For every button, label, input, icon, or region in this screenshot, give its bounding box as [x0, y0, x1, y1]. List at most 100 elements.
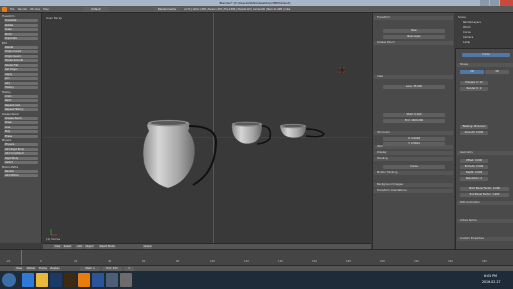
tool-section-header[interactable]: Transform: [2, 15, 40, 18]
clip-end-field[interactable]: End: 1000.000: [383, 119, 445, 123]
tool-button[interactable]: Set Origin: [4, 68, 38, 71]
panel-section-header[interactable]: Grease Pencil: [374, 41, 453, 45]
tool-button[interactable]: Add Rigid Body: [4, 147, 38, 151]
tool-button[interactable]: History: [4, 86, 38, 89]
tool-button[interactable]: Add: [4, 81, 38, 85]
tool-button[interactable]: Grease Pencil: [4, 116, 38, 120]
lens-field[interactable]: Lens: 35.000: [383, 85, 445, 89]
panel-section-header[interactable]: Transform Orientations: [374, 189, 453, 193]
cursor-y-field[interactable]: Y: 0.5814: [383, 142, 445, 146]
tool-section-header[interactable]: Physics: [2, 139, 40, 142]
new-layer-button[interactable]: New Layer: [383, 35, 445, 39]
panel-section-header[interactable]: Background Images: [374, 183, 453, 187]
data-section-header[interactable]: Active Spline: [457, 219, 513, 223]
curve-field[interactable]: Twisting: Minimum: [460, 125, 488, 129]
tool-button[interactable]: Delete: [4, 45, 38, 49]
taskbar-blender-icon[interactable]: [78, 273, 90, 287]
outliner-item[interactable]: Lamp: [463, 41, 470, 44]
tool-section-header[interactable]: Edit: [2, 42, 40, 45]
shape-2d-toggle[interactable]: 2D: [460, 70, 484, 74]
scene-models[interactable]: [43, 13, 371, 243]
tool-button[interactable]: Draw: [4, 121, 38, 124]
panel-section-header[interactable]: Transform: [374, 16, 453, 20]
shape-section-header[interactable]: Shape: [457, 63, 513, 67]
curve-field[interactable]: Extrude: 0.000: [460, 165, 488, 169]
panel-section-header[interactable]: View: [374, 75, 453, 79]
tool-section-header[interactable]: Grease Pencil: [2, 113, 40, 116]
medium-bowl[interactable]: [231, 121, 272, 145]
taskbar-explorer-icon[interactable]: [36, 273, 48, 287]
tool-button[interactable]: Rigid Body: [4, 156, 38, 160]
start-button[interactable]: [2, 273, 16, 287]
tool-button[interactable]: Mirror: [4, 32, 38, 36]
tool-button[interactable]: Join: [4, 77, 38, 80]
tool-button[interactable]: Undo: [4, 94, 38, 98]
layout-selector[interactable]: Default: [83, 7, 109, 12]
panel-section-header[interactable]: Motion Tracking: [374, 171, 453, 175]
tool-button[interactable]: Rotate: [4, 23, 38, 27]
curve-field[interactable]: Start Bevel Factor: 0.000: [460, 187, 509, 191]
small-bowl[interactable]: [279, 123, 325, 138]
panel-section-header[interactable]: 3D Cursor: [374, 131, 453, 135]
3d-viewport[interactable]: User Persp (1) Curve: [43, 13, 371, 243]
current-frame-marker[interactable]: [21, 250, 22, 266]
outliner-item[interactable]: Curve: [463, 31, 471, 34]
tool-button[interactable]: Render: [4, 169, 38, 173]
tool-button[interactable]: Origin Geom: [4, 54, 38, 58]
tool-button[interactable]: Repeat Last: [4, 103, 38, 107]
data-section-header[interactable]: Geometry: [457, 151, 513, 155]
tool-button[interactable]: Erase: [4, 134, 38, 138]
outliner-item[interactable]: Camera: [463, 36, 473, 39]
outliner-item[interactable]: RenderLayers: [463, 21, 481, 24]
curve-field[interactable]: Resolution: 0: [460, 177, 488, 181]
engine-selector[interactable]: Blender Game: [154, 7, 180, 12]
taskbar-photoshop-icon[interactable]: [50, 273, 62, 287]
tool-button[interactable]: Origin Cursor: [4, 50, 38, 53]
tool-button[interactable]: Scale: [4, 28, 38, 31]
blender-logo-icon[interactable]: [2, 7, 7, 12]
item-name-field[interactable]: Curve: [383, 165, 445, 169]
shape-3d-toggle[interactable]: 3D: [485, 70, 509, 74]
taskbar-word-icon[interactable]: [92, 273, 104, 287]
tool-button[interactable]: Select: [4, 161, 38, 164]
taskbar-illustrator-icon[interactable]: [64, 273, 76, 287]
tool-button[interactable]: Shade Flat: [4, 63, 38, 67]
new-grease-pencil-button[interactable]: New: [383, 29, 445, 33]
curve-field[interactable]: Preview U: 12: [460, 81, 488, 85]
menu-file[interactable]: File: [10, 8, 14, 11]
menu-help[interactable]: Help: [43, 8, 49, 11]
taskbar-ie-icon[interactable]: [22, 273, 34, 287]
data-section-header[interactable]: Custom Properties: [457, 237, 513, 241]
tool-button[interactable]: Duplicate: [4, 37, 38, 40]
menu-window[interactable]: Window: [30, 8, 40, 11]
data-section-header[interactable]: Path Animation: [457, 201, 513, 205]
tool-button[interactable]: Add Constraint: [4, 152, 38, 155]
tool-button[interactable]: Redo: [4, 99, 38, 102]
tool-section-header[interactable]: Motion Paths: [2, 166, 40, 169]
tool-button[interactable]: Physics: [4, 143, 38, 146]
tool-button[interactable]: Repeat History: [4, 108, 38, 111]
tool-button[interactable]: Add Motion: [4, 174, 38, 177]
object-name-field[interactable]: Curve: [462, 53, 510, 57]
3d-cursor-icon[interactable]: [338, 66, 346, 74]
timeline[interactable]: -20 0 20 40 60 80 100 120 140 160 180 200 220 240 260: [0, 249, 513, 266]
panel-section-header[interactable]: Display: [374, 151, 453, 155]
tool-button[interactable]: Shade Smooth: [4, 59, 38, 62]
curve-field[interactable]: End Bevel Factor: 1.000: [460, 193, 509, 197]
cursor-x-field[interactable]: X: 0.0026: [383, 137, 445, 141]
outliner-item[interactable]: Scene: [458, 16, 466, 19]
outliner-item[interactable]: World: [463, 26, 470, 29]
curve-field[interactable]: Depth: 0.000: [460, 171, 488, 175]
menu-render[interactable]: Render: [18, 8, 27, 11]
taskbar-app8-icon[interactable]: [120, 273, 132, 287]
tool-button[interactable]: Poly: [4, 130, 38, 133]
curve-field[interactable]: Render U: 0: [460, 87, 488, 91]
tool-button[interactable]: Line: [4, 125, 38, 129]
curve-field[interactable]: Smooth: 0.000: [460, 131, 488, 135]
taskbar-app7-icon[interactable]: [106, 273, 118, 287]
tool-button[interactable]: Translate: [4, 19, 38, 22]
clip-start-field[interactable]: Start: 0.100: [383, 113, 445, 117]
panel-section-header[interactable]: Shading: [374, 157, 453, 161]
large-vase[interactable]: [142, 119, 218, 189]
tool-section-header[interactable]: History: [2, 91, 40, 94]
